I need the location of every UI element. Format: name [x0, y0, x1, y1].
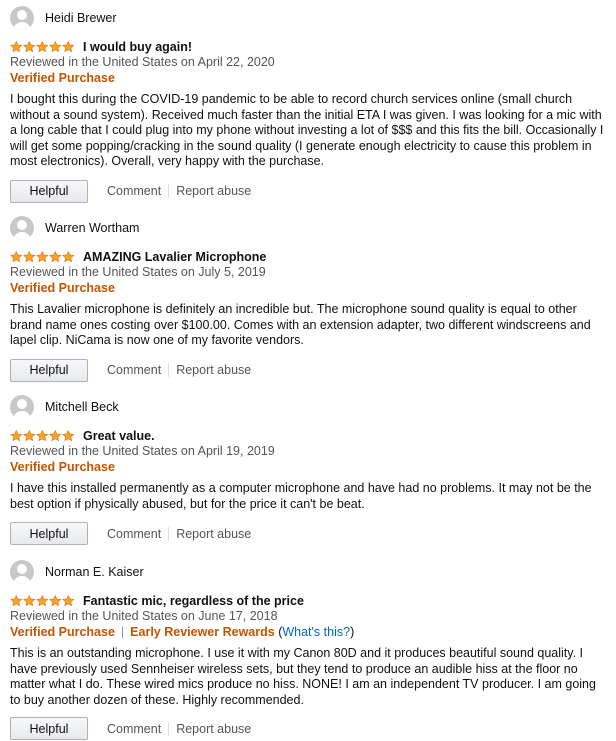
- star-icon: [23, 430, 36, 441]
- review-date: Reviewed in the United States on April 2…: [10, 55, 275, 69]
- star-icon: [62, 595, 75, 606]
- star-rating[interactable]: [10, 595, 75, 606]
- review-actions: Helpful Comment Report abuse: [10, 521, 606, 546]
- rating-title-row: AMAZING Lavalier Microphone: [10, 249, 606, 264]
- review-actions: Helpful Comment Report abuse: [10, 179, 606, 204]
- star-icon: [36, 430, 49, 441]
- star-icon: [10, 41, 23, 52]
- verified-purchase-badge: Verified Purchase: [10, 281, 115, 295]
- comment-link[interactable]: Comment: [107, 722, 161, 736]
- divider: |: [120, 625, 125, 639]
- verified-purchase-badge: Verified Purchase: [10, 460, 115, 474]
- report-abuse-link[interactable]: Report abuse: [176, 527, 251, 541]
- rating-title-row: I would buy again!: [10, 39, 606, 54]
- review-body: I have this installed permanently as a c…: [10, 481, 592, 511]
- star-icon: [10, 251, 23, 262]
- review-actions: Helpful Comment Report abuse: [10, 716, 606, 741]
- author-name[interactable]: Warren Wortham: [45, 221, 139, 235]
- avatar-icon[interactable]: [10, 6, 34, 30]
- review-actions: Helpful Comment Report abuse: [10, 358, 606, 383]
- divider: [168, 363, 170, 377]
- star-icon: [10, 430, 23, 441]
- review-card: Mitchell Beck Great value. Reviewed in t…: [10, 395, 606, 546]
- review-card: Heidi Brewer I would buy again! Reviewed…: [10, 6, 606, 204]
- helpful-button[interactable]: Helpful: [10, 522, 88, 545]
- author-name[interactable]: Heidi Brewer: [45, 11, 117, 25]
- review-date: Reviewed in the United States on July 5,…: [10, 265, 266, 279]
- star-icon: [36, 41, 49, 52]
- review-card: Norman E. Kaiser Fantastic mic, regardle…: [10, 560, 606, 741]
- review-author-row: Norman E. Kaiser: [10, 560, 606, 584]
- review-date: Reviewed in the United States on April 1…: [10, 444, 275, 458]
- star-rating[interactable]: [10, 430, 75, 441]
- review-date: Reviewed in the United States on June 17…: [10, 609, 278, 623]
- star-icon: [36, 595, 49, 606]
- star-rating[interactable]: [10, 41, 75, 52]
- review-title[interactable]: Great value.: [83, 429, 155, 443]
- star-icon: [23, 41, 36, 52]
- star-icon: [23, 251, 36, 262]
- badge-row: Verified Purchase | Early Reviewer Rewards…: [10, 624, 606, 640]
- comment-link[interactable]: Comment: [107, 184, 161, 198]
- avatar-icon[interactable]: [10, 560, 34, 584]
- helpful-button[interactable]: Helpful: [10, 358, 88, 382]
- rating-title-row: Great value.: [10, 428, 606, 443]
- review-author-row: Mitchell Beck: [10, 395, 606, 419]
- review-title[interactable]: AMAZING Lavalier Microphone: [83, 250, 266, 264]
- star-icon: [49, 251, 62, 262]
- star-icon: [62, 41, 75, 52]
- report-abuse-link[interactable]: Report abuse: [176, 363, 251, 377]
- review-title[interactable]: Fantastic mic, regardless of the price: [83, 594, 304, 608]
- avatar-icon[interactable]: [10, 395, 34, 419]
- review-card: Warren Wortham AMAZING Lavalier Micropho…: [10, 216, 606, 383]
- report-abuse-link[interactable]: Report abuse: [176, 722, 251, 736]
- comment-link[interactable]: Comment: [107, 527, 161, 541]
- star-rating[interactable]: [10, 251, 75, 262]
- author-name[interactable]: Mitchell Beck: [45, 400, 119, 414]
- star-icon: [10, 595, 23, 606]
- review-author-row: Heidi Brewer: [10, 6, 606, 30]
- rating-title-row: Fantastic mic, regardless of the price: [10, 593, 606, 608]
- verified-purchase-badge: Verified Purchase: [10, 625, 115, 639]
- report-abuse-link[interactable]: Report abuse: [176, 184, 251, 198]
- helpful-button[interactable]: Helpful: [10, 179, 88, 203]
- star-icon: [49, 430, 62, 441]
- review-body: This Lavalier microphone is definitely a…: [10, 302, 591, 347]
- divider: [168, 184, 170, 198]
- star-icon: [23, 595, 36, 606]
- star-icon: [49, 41, 62, 52]
- star-icon: [62, 430, 75, 441]
- verified-purchase-badge: Verified Purchase: [10, 71, 115, 85]
- paren-close: ): [350, 625, 355, 639]
- review-author-row: Warren Wortham: [10, 216, 606, 240]
- star-icon: [62, 251, 75, 262]
- star-icon: [36, 251, 49, 262]
- early-reviewer-badge: Early Reviewer Rewards: [130, 625, 275, 639]
- review-body: This is an outstanding microphone. I use…: [10, 646, 596, 707]
- comment-link[interactable]: Comment: [107, 363, 161, 377]
- divider: [168, 721, 170, 736]
- whats-this-link[interactable]: What's this?: [282, 625, 350, 639]
- review-body: I bought this during the COVID-19 pandem…: [10, 92, 604, 168]
- review-title[interactable]: I would buy again!: [83, 40, 192, 54]
- author-name[interactable]: Norman E. Kaiser: [45, 565, 144, 579]
- avatar-icon[interactable]: [10, 216, 34, 240]
- divider: [168, 526, 170, 541]
- star-icon: [49, 595, 62, 606]
